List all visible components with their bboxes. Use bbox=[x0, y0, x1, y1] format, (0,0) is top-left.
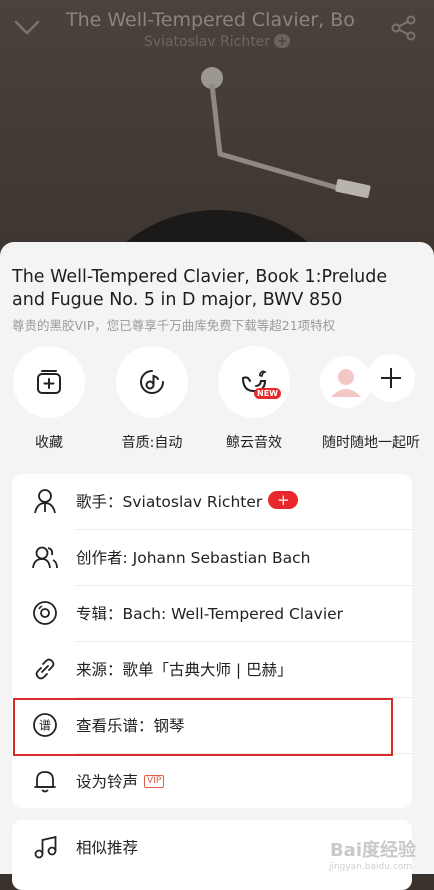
composer-icon bbox=[32, 546, 58, 569]
quick-actions-row: 收藏 音质:自动 NEW 鲸云音效 随时随地一起听 bbox=[0, 346, 434, 456]
vip-privilege-hint[interactable]: 尊贵的黑胶VIP，您已尊享千万曲库免费下载等超21项特权 bbox=[12, 315, 335, 334]
sound-quality-label: 音质:自动 bbox=[121, 435, 183, 451]
music-note-icon bbox=[34, 835, 57, 859]
view-score-label: 查看乐谱：钢琴 bbox=[76, 717, 185, 735]
listen-together-label: 随时随地一起听 bbox=[322, 435, 420, 451]
collect-button-circle bbox=[13, 346, 85, 418]
album-row[interactable]: 专辑：Bach: Well-Tempered Clavier bbox=[12, 586, 412, 642]
sheet-song-title: The Well-Tempered Clavier, Book 1:Prelud… bbox=[12, 267, 388, 310]
player-artist-name: Sviatoslav Richter bbox=[143, 34, 271, 50]
song-detail-sheet: The Well-Tempered Clavier, Book 1:Prelud… bbox=[0, 242, 434, 890]
player-song-title: The Well-Tempered Clavier, Bo bbox=[66, 9, 355, 31]
singer-row[interactable]: 歌手：Sviatoslav Richter + bbox=[12, 474, 412, 530]
view-score-row[interactable]: 谱 查看乐谱：钢琴 bbox=[12, 698, 412, 754]
whale-effect-label: 鲸云音效 bbox=[226, 435, 282, 451]
follow-singer-badge[interactable]: + bbox=[268, 491, 299, 509]
player-background: The Well-Tempered Clavier, Bo Sviatoslav… bbox=[0, 0, 434, 250]
watermark-logo: Bai度经验 bbox=[329, 840, 416, 861]
share-icon[interactable] bbox=[390, 14, 418, 42]
sound-quality-button[interactable]: 音质:自动 bbox=[102, 346, 202, 452]
link-icon bbox=[35, 658, 55, 680]
follow-artist-icon[interactable]: + bbox=[274, 34, 291, 48]
album-icon bbox=[33, 601, 57, 625]
invite-friend-button[interactable] bbox=[367, 354, 415, 402]
plus-icon bbox=[381, 368, 401, 388]
svg-text:谱: 谱 bbox=[39, 719, 51, 733]
sound-quality-circle bbox=[116, 346, 188, 418]
score-icon: 谱 bbox=[33, 713, 57, 737]
whale-effect-button[interactable]: NEW 鲸云音效 bbox=[204, 346, 304, 452]
sound-quality-icon bbox=[140, 370, 164, 394]
listen-together-button[interactable]: 随时随地一起听 bbox=[312, 346, 430, 452]
player-artist[interactable]: Sviatoslav Richter + bbox=[0, 34, 434, 50]
player-topbar: The Well-Tempered Clavier, Bo Sviatoslav… bbox=[0, 0, 434, 60]
user-avatar-icon bbox=[331, 369, 361, 397]
source-label: 来源：歌单「古典大师 | 巴赫」 bbox=[76, 661, 293, 679]
singer-text: 歌手：Sviatoslav Richter + bbox=[76, 474, 299, 530]
similar-label: 相似推荐 bbox=[76, 839, 139, 857]
album-label: 专辑：Bach: Well-Tempered Clavier bbox=[76, 605, 344, 623]
set-ringtone-label: 设为铃声 bbox=[76, 773, 139, 791]
song-info-list: 歌手：Sviatoslav Richter + 创作者: Johann Sebas… bbox=[12, 474, 412, 808]
singer-icon bbox=[34, 489, 56, 514]
vip-tag: VIP bbox=[144, 775, 165, 788]
avatar bbox=[320, 356, 372, 408]
composer-label: 创作者: Johann Sebastian Bach bbox=[76, 549, 311, 567]
singer-label: 歌手：Sviatoslav Richter bbox=[76, 493, 263, 511]
collect-label: 收藏 bbox=[35, 435, 63, 451]
listen-together-avatars bbox=[312, 346, 430, 418]
composer-row[interactable]: 创作者: Johann Sebastian Bach bbox=[12, 530, 412, 586]
new-badge: NEW bbox=[254, 388, 281, 399]
source-row[interactable]: 来源：歌单「古典大师 | 巴赫」 bbox=[12, 642, 412, 698]
whale-effect-circle: NEW bbox=[218, 346, 290, 418]
collect-icon bbox=[37, 370, 61, 394]
bell-icon bbox=[34, 771, 56, 793]
set-ringtone-row[interactable]: 设为铃声 VIP bbox=[12, 754, 412, 810]
collect-button[interactable]: 收藏 bbox=[0, 346, 99, 452]
tonearm-image bbox=[201, 67, 371, 199]
set-ringtone-text: 设为铃声 VIP bbox=[76, 754, 165, 810]
watermark-url: jingyan.baidu.com bbox=[328, 862, 412, 872]
